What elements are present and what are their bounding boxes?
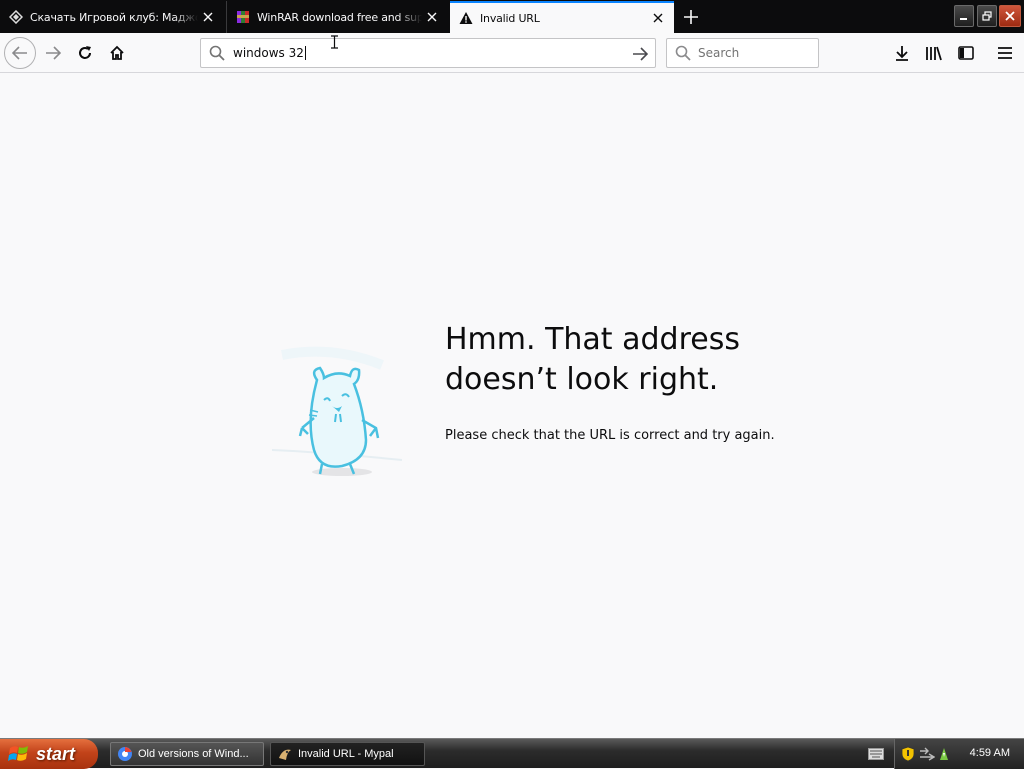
mypal-icon	[279, 749, 291, 760]
text-cursor-icon	[331, 35, 338, 49]
keyboard-icon[interactable]	[868, 748, 884, 760]
network-icon[interactable]	[919, 747, 935, 761]
forward-button[interactable]	[38, 38, 68, 68]
library-icon	[926, 46, 942, 61]
shield-icon[interactable]	[901, 746, 915, 762]
arrow-right-icon	[46, 46, 61, 60]
arrow-left-icon	[12, 46, 27, 60]
downloads-button[interactable]	[887, 38, 917, 68]
heading-line-1: Hmm. That address	[445, 322, 740, 357]
search-placeholder: Search	[698, 46, 740, 60]
sidebar-icon	[958, 46, 974, 60]
go-button[interactable]	[629, 43, 651, 65]
sidebar-button[interactable]	[951, 38, 981, 68]
heading-line-2: doesn’t look right.	[445, 362, 719, 397]
restore-icon	[982, 11, 992, 21]
site-icon	[8, 9, 24, 25]
minimize-icon	[960, 18, 967, 20]
url-bar[interactable]: windows 32	[200, 38, 656, 68]
start-label: start	[36, 743, 76, 764]
error-illustration	[271, 346, 403, 476]
system-tray: 4:59 AM	[894, 739, 1024, 769]
reload-icon	[79, 46, 91, 59]
tab-title: Скачать Игровой клуб: Маджонг	[30, 10, 198, 24]
home-button[interactable]	[102, 38, 132, 68]
clock[interactable]: 4:59 AM	[970, 747, 1010, 759]
arrow-right-icon	[633, 47, 648, 61]
tab-mahjong[interactable]: Скачать Игровой клуб: Маджонг	[0, 1, 224, 33]
library-button[interactable]	[919, 38, 949, 68]
error-page	[0, 74, 1024, 738]
start-button[interactable]: start	[0, 739, 98, 769]
taskbar-item-mypal[interactable]: Invalid URL - Mypal	[270, 742, 425, 766]
new-tab-button[interactable]	[678, 5, 704, 29]
tab-title: WinRAR download free and support	[257, 10, 422, 24]
reload-button[interactable]	[70, 38, 100, 68]
search-bar[interactable]: Search	[666, 38, 819, 68]
close-tab-icon[interactable]	[422, 7, 442, 27]
tab-invalid-url[interactable]: Invalid URL	[450, 1, 674, 33]
search-icon	[675, 45, 691, 65]
navigation-toolbar: windows 32 Search	[0, 33, 1024, 73]
browser-icon	[118, 747, 132, 761]
tab-strip: Скачать Игровой клуб: Маджонг WinRAR dow…	[0, 0, 1024, 33]
home-icon	[110, 45, 124, 60]
close-tab-icon[interactable]	[648, 8, 668, 28]
task-label: Invalid URL - Mypal	[298, 748, 394, 760]
minimize-button[interactable]	[954, 5, 974, 27]
error-message: Please check that the URL is correct and…	[445, 428, 775, 443]
winrar-icon	[235, 9, 251, 25]
menu-button[interactable]	[990, 38, 1020, 68]
taskbar: start Old versions of Wind... Invalid UR…	[0, 738, 1024, 769]
warning-icon	[458, 10, 474, 26]
url-input[interactable]: windows 32	[233, 46, 306, 60]
taskbar-item-old-versions[interactable]: Old versions of Wind...	[110, 742, 264, 766]
close-window-button[interactable]	[999, 5, 1021, 27]
task-label: Old versions of Wind...	[138, 748, 249, 760]
windows-flag-icon	[8, 746, 28, 761]
plus-icon	[684, 10, 698, 24]
close-icon	[1005, 11, 1015, 21]
tab-winrar[interactable]: WinRAR download free and support	[226, 1, 448, 33]
power-icon[interactable]	[937, 746, 951, 762]
hamburger-menu-icon	[998, 47, 1012, 59]
error-heading: Hmm. That address doesn’t look right.	[445, 320, 865, 400]
download-icon	[896, 46, 908, 61]
search-icon	[209, 45, 225, 65]
close-tab-icon[interactable]	[198, 7, 218, 27]
tab-title: Invalid URL	[480, 11, 540, 25]
restore-button[interactable]	[977, 5, 997, 27]
back-button[interactable]	[4, 37, 36, 69]
